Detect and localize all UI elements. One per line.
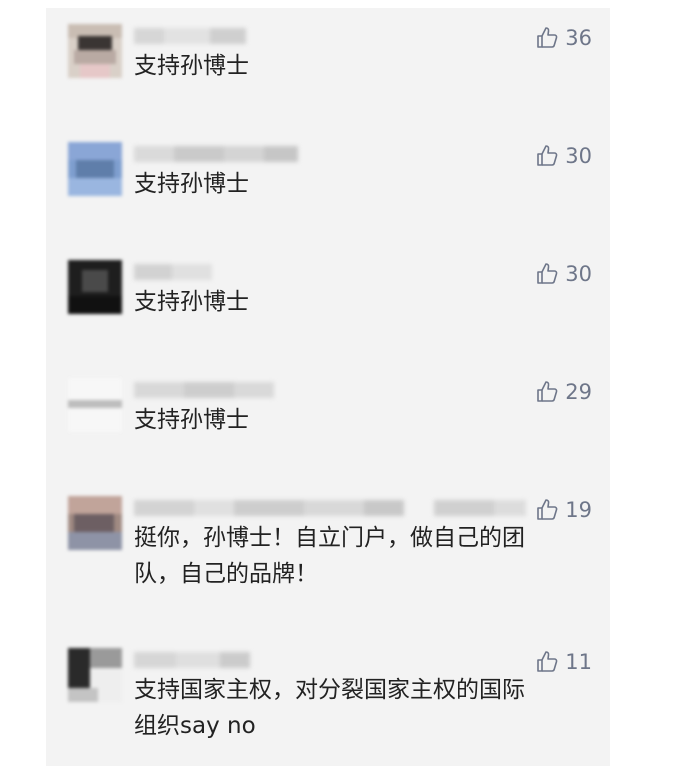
username (134, 264, 212, 280)
username (134, 382, 274, 398)
like-count: 11 (565, 650, 592, 674)
like-count: 30 (565, 144, 592, 168)
comment-text: 挺你，孙博士！自立门户，做自己的团 队，自己的品牌！ (134, 525, 525, 587)
avatar[interactable] (68, 142, 122, 196)
like-button[interactable]: 11 (535, 648, 592, 676)
like-count: 30 (565, 262, 592, 286)
thumbs-up-icon (535, 144, 559, 168)
avatar[interactable] (68, 378, 122, 432)
like-count: 19 (565, 498, 592, 522)
username (134, 500, 526, 516)
avatar[interactable] (68, 496, 122, 550)
comment-text: 支持孙博士 (134, 407, 249, 433)
thumbs-up-icon (535, 650, 559, 674)
thumbs-up-icon (535, 26, 559, 50)
comment-text: 支持孙博士 (134, 171, 249, 197)
like-count: 29 (565, 380, 592, 404)
like-button[interactable]: 30 (535, 142, 592, 170)
thumbs-up-icon (535, 262, 559, 286)
avatar[interactable] (68, 24, 122, 78)
comment-list: 支持孙博士 36 支持孙博士 30 支持孙博士 30 支持孙博士 29 挺你，孙… (46, 8, 610, 766)
like-button[interactable]: 29 (535, 378, 592, 406)
avatar[interactable] (68, 260, 122, 314)
avatar[interactable] (68, 648, 122, 702)
username (134, 652, 250, 668)
like-button[interactable]: 36 (535, 24, 592, 52)
comment-text: 支持国家主权，对分裂国家主权的国际 组织say no (134, 677, 525, 739)
comment-text: 支持孙博士 (134, 289, 249, 315)
like-button[interactable]: 30 (535, 260, 592, 288)
thumbs-up-icon (535, 498, 559, 522)
like-button[interactable]: 19 (535, 496, 592, 524)
like-count: 36 (565, 26, 592, 50)
thumbs-up-icon (535, 380, 559, 404)
username (134, 146, 298, 162)
username (134, 28, 246, 44)
comment-text: 支持孙博士 (134, 53, 249, 79)
